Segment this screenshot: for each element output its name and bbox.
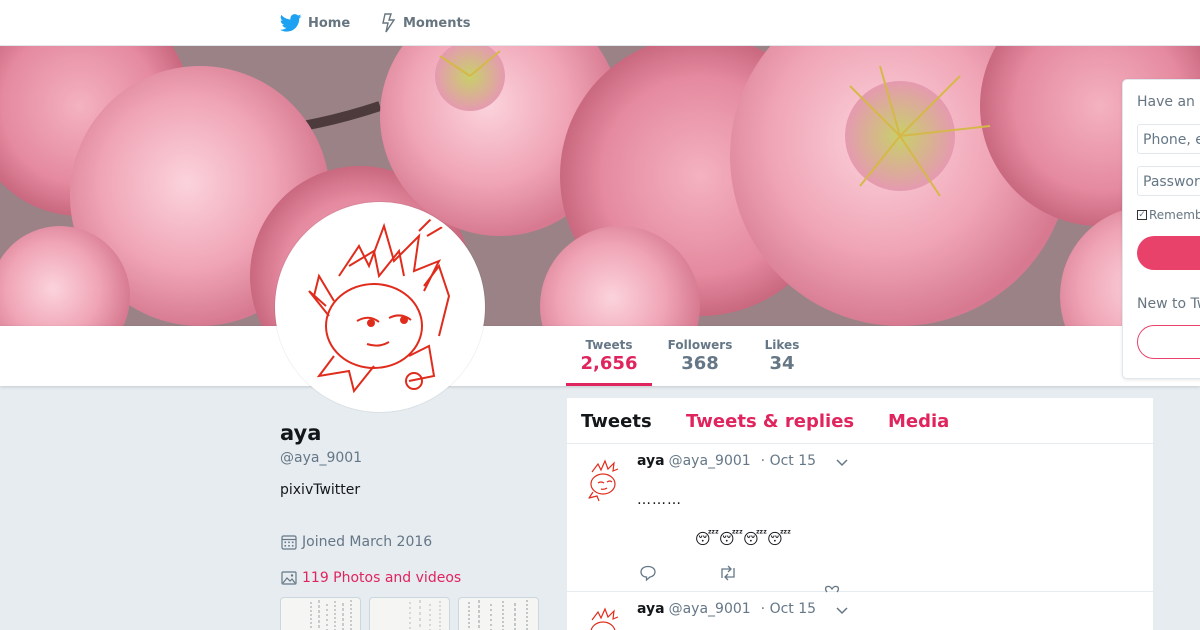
stat-followers[interactable]: Followers 368 — [662, 338, 738, 374]
header-banner-image — [0, 46, 1200, 326]
stat-likes-label: Likes — [764, 338, 800, 352]
profile-name: aya — [280, 421, 322, 445]
twitter-bird-icon — [280, 14, 302, 32]
remember-me-label: Remember me — [1149, 208, 1200, 222]
tweet-avatar[interactable] — [580, 456, 628, 504]
profile-bio: pixivTwitter — [280, 482, 361, 498]
profile-joined-text: Joined March 2016 — [302, 534, 433, 550]
tweet-timestamp[interactable]: · Oct 15 — [761, 601, 816, 617]
tab-tweets[interactable]: Tweets — [581, 411, 652, 432]
tweet-avatar[interactable] — [580, 604, 628, 630]
photo-thumbnail[interactable] — [369, 597, 450, 630]
sign-up-button[interactable] — [1137, 325, 1200, 359]
nav-moments-link[interactable]: Moments — [381, 0, 470, 46]
lightning-icon — [382, 13, 396, 33]
photos-and-videos-label: 119 Photos and videos — [302, 570, 462, 586]
login-title: Have an account? — [1137, 94, 1200, 110]
nav-home-link[interactable]: Home — [280, 0, 350, 46]
stat-likes[interactable]: Likes 34 — [758, 338, 806, 374]
login-button[interactable] — [1137, 236, 1200, 270]
nav-home-label: Home — [308, 15, 351, 31]
profile-handle[interactable]: @aya_9001 — [280, 450, 362, 466]
new-to-twitter-prompt: New to Twitter? — [1137, 296, 1200, 312]
chevron-down-icon[interactable] — [835, 603, 849, 617]
stat-tweets-label: Tweets — [585, 338, 633, 352]
tweet-text: ……… — [637, 492, 682, 508]
nav-moments-label: Moments — [403, 15, 471, 31]
checkbox-checkmark-icon[interactable]: ✓ — [1137, 210, 1147, 220]
reply-icon[interactable] — [639, 564, 657, 582]
profile-nav-bar: Tweets 2,656 Followers 368 Likes 34 — [0, 326, 1200, 386]
login-panel: Have an account? Phone, email or usernam… — [1122, 79, 1200, 379]
tab-tweets-and-replies[interactable]: Tweets & replies — [686, 411, 854, 432]
retweet-icon[interactable] — [718, 564, 738, 582]
image-icon — [281, 571, 297, 585]
photo-thumbnail[interactable] — [280, 597, 361, 630]
tweet-author-name[interactable]: aya — [637, 601, 665, 617]
tweet-item[interactable]: aya @aya_9001 · Oct 15 ……… 😴😴😴😴 — [567, 444, 1153, 593]
tweet-header: aya @aya_9001 · Oct 15 — [637, 601, 816, 617]
photos-and-videos-link[interactable]: 119 Photos and videos — [280, 569, 461, 587]
calendar-icon — [281, 535, 297, 550]
tweet-author-handle[interactable]: @aya_9001 — [669, 601, 751, 617]
stat-tweets[interactable]: Tweets 2,656 — [566, 338, 652, 386]
stat-followers-value: 368 — [681, 353, 719, 374]
tweet-timestamp[interactable]: · Oct 15 — [761, 453, 816, 469]
tab-media[interactable]: Media — [888, 411, 949, 432]
tweet-header: aya @aya_9001 · Oct 15 — [637, 453, 816, 469]
chevron-down-icon[interactable] — [835, 455, 849, 469]
tweet-item[interactable]: aya @aya_9001 · Oct 15 — [567, 592, 1153, 630]
profile-joined-date: Joined March 2016 — [280, 533, 432, 551]
top-navigation-bar: Home Moments — [0, 0, 1200, 46]
tweet-emoji: 😴😴😴😴 — [695, 530, 792, 548]
remember-me-checkbox[interactable]: ✓ Remember me — [1137, 208, 1200, 222]
photo-thumbnail[interactable] — [458, 597, 539, 630]
profile-avatar[interactable] — [275, 202, 485, 412]
tweet-author-name[interactable]: aya — [637, 453, 665, 469]
password-input[interactable]: Password — [1137, 166, 1200, 196]
timeline-tabs: Tweets Tweets & replies Media — [567, 398, 1153, 444]
stat-followers-label: Followers — [667, 338, 733, 352]
tweet-timeline: Tweets Tweets & replies Media aya @aya_9… — [566, 397, 1154, 630]
tweet-author-handle[interactable]: @aya_9001 — [669, 453, 751, 469]
phone-email-username-input[interactable]: Phone, email or username — [1137, 124, 1200, 154]
stat-tweets-value: 2,656 — [580, 353, 638, 374]
stat-likes-value: 34 — [769, 353, 795, 374]
